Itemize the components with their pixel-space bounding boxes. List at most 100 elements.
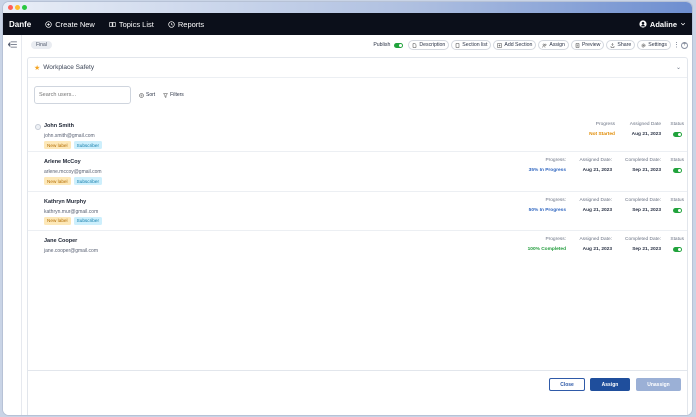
section-list-button[interactable]: Section list bbox=[451, 40, 492, 50]
button-label: Settings bbox=[648, 42, 667, 48]
user-email: arlene.mccoy@gmail.com bbox=[44, 169, 102, 175]
completed-date-value: Sep 21, 2023 bbox=[632, 247, 661, 252]
user-name: Arlene McCoy bbox=[44, 159, 81, 165]
sort-button[interactable]: Sort bbox=[139, 92, 155, 98]
clock-icon bbox=[168, 20, 175, 28]
preview-button[interactable]: Preview bbox=[570, 40, 605, 50]
filters-button[interactable]: Filters bbox=[163, 92, 184, 98]
progress-column: Progress: 50% In Progress bbox=[529, 198, 566, 213]
add-section-button[interactable]: Add Section bbox=[493, 40, 537, 50]
description-button[interactable]: Description bbox=[408, 40, 450, 50]
button-label: Share bbox=[617, 42, 632, 48]
user-email: kathryn.mur@gmail.com bbox=[44, 208, 99, 215]
plus-circle-icon bbox=[45, 20, 52, 28]
document-icon bbox=[413, 42, 417, 48]
assigned-date-label: Assigned Date: bbox=[579, 158, 612, 163]
progress-label: Progress: bbox=[545, 197, 566, 203]
select-radio[interactable] bbox=[35, 124, 41, 130]
progress-label: Progress bbox=[595, 122, 615, 127]
button-label: Add Section bbox=[504, 42, 533, 48]
subscriber-tag: Subscriber bbox=[73, 177, 102, 185]
user-row[interactable]: Kathryn Murphy kathryn.mur@gmail.com New… bbox=[28, 192, 687, 231]
search-users-input[interactable] bbox=[34, 86, 131, 104]
status-toggle[interactable] bbox=[672, 207, 682, 213]
filter-icon bbox=[163, 92, 169, 98]
assignment-panel: ★ Workplace Safety ⌄ Sort Filters Joh bbox=[27, 57, 688, 415]
top-navbar: Danfe Create New Topics List Reports Ada… bbox=[3, 13, 692, 35]
assigned-date-value: Aug 21, 2023 bbox=[582, 168, 612, 173]
chevron-down-icon bbox=[680, 22, 686, 26]
add-icon[interactable]: + bbox=[681, 41, 688, 49]
status-label: Status bbox=[670, 197, 684, 203]
settings-button[interactable]: Settings bbox=[637, 40, 671, 50]
button-label: Preview bbox=[581, 42, 601, 48]
status-chip: Final bbox=[31, 41, 52, 49]
publish-label: Publish bbox=[373, 42, 391, 48]
user-name: Jane Cooper bbox=[44, 238, 78, 244]
subscriber-tag: Subscriber bbox=[73, 216, 102, 225]
status-toggle[interactable] bbox=[672, 247, 682, 252]
completed-date-column: Completed Date: Sep 21, 2023 bbox=[625, 237, 661, 252]
users-icon bbox=[542, 43, 547, 48]
unassign-button[interactable]: Unassign bbox=[636, 378, 681, 391]
user-name: Kathryn Murphy bbox=[44, 198, 87, 205]
more-options-icon[interactable]: ⋮ bbox=[673, 42, 680, 49]
subscriber-tag: Subscriber bbox=[73, 141, 102, 149]
assigned-date-label: Assigned Date bbox=[629, 122, 661, 127]
user-row[interactable]: Jane Cooper jane.cooper@gmail.com Progre… bbox=[28, 231, 687, 271]
assigned-date-column: Assigned Date: Aug 21, 2023 bbox=[579, 198, 612, 213]
user-tags: New label Subscriber bbox=[44, 141, 102, 149]
book-icon bbox=[109, 21, 116, 27]
nav-topics-list[interactable]: Topics List bbox=[109, 20, 154, 29]
user-email: jane.cooper@gmail.com bbox=[44, 248, 98, 254]
new-label-tag: New label bbox=[44, 216, 71, 225]
toolbar-actions: Publish Description Section list Add Sec… bbox=[373, 40, 688, 50]
collapse-menu-icon[interactable] bbox=[8, 41, 17, 48]
user-menu[interactable]: Adaline bbox=[639, 20, 686, 29]
assign-toolbar-button[interactable]: Assign bbox=[538, 40, 569, 50]
share-button[interactable]: Share bbox=[606, 40, 636, 50]
sort-icon bbox=[139, 92, 144, 98]
completed-date-column: Completed Date: Sep 21, 2023 bbox=[625, 198, 661, 213]
button-label: Section list bbox=[462, 42, 488, 48]
progress-column: Progress: 100% Completed bbox=[528, 237, 566, 252]
assigned-date-column: Assigned Date: Aug 21, 2023 bbox=[579, 158, 612, 173]
status-toggle[interactable] bbox=[672, 132, 682, 137]
button-label: Assign bbox=[549, 42, 565, 48]
user-row[interactable]: John Smith john.smith@gmail.com New labe… bbox=[28, 116, 687, 152]
user-name: John Smith bbox=[44, 123, 74, 129]
minimize-window-dot[interactable] bbox=[15, 5, 20, 10]
assigned-date-value: Aug 21, 2023 bbox=[631, 132, 661, 137]
completed-date-label: Completed Date: bbox=[625, 197, 661, 203]
user-row[interactable]: Arlene McCoy arlene.mccoy@gmail.com New … bbox=[28, 152, 687, 192]
main-content: Final Publish Description Section list A… bbox=[23, 35, 692, 415]
status-column: Status bbox=[670, 198, 684, 213]
progress-column: Progress: 35% In Progress bbox=[529, 158, 566, 173]
list-icon bbox=[456, 42, 460, 48]
filters-label: Filters bbox=[170, 92, 184, 98]
progress-value: Not Started bbox=[589, 132, 615, 137]
assigned-date-label: Assigned Date: bbox=[579, 237, 612, 242]
progress-column: Progress Not Started bbox=[589, 122, 615, 137]
window-chrome bbox=[3, 2, 692, 13]
nav-label: Reports bbox=[177, 19, 205, 29]
nav-reports[interactable]: Reports bbox=[168, 20, 204, 29]
close-window-dot[interactable] bbox=[8, 5, 13, 10]
brand-logo[interactable]: Danfe bbox=[9, 20, 31, 29]
section-title: Workplace Safety bbox=[43, 64, 95, 71]
assign-button[interactable]: Assign bbox=[590, 378, 630, 391]
button-label: Description bbox=[419, 42, 446, 48]
user-email: john.smith@gmail.com bbox=[44, 133, 95, 139]
section-header[interactable]: ★ Workplace Safety ⌄ bbox=[28, 58, 687, 78]
publish-toggle[interactable] bbox=[394, 42, 404, 48]
new-label-tag: New label bbox=[44, 177, 71, 185]
nav-create-new[interactable]: Create New bbox=[45, 20, 95, 29]
assigned-date-value: Aug 21, 2023 bbox=[582, 247, 612, 252]
assigned-date-column: Assigned Date: Aug 21, 2023 bbox=[579, 237, 612, 252]
chevron-down-icon[interactable]: ⌄ bbox=[676, 64, 681, 71]
status-label: Status bbox=[670, 122, 684, 127]
maximize-window-dot[interactable] bbox=[22, 5, 27, 10]
status-toggle[interactable] bbox=[672, 168, 682, 173]
close-button[interactable]: Close bbox=[549, 378, 585, 391]
status-column: Status bbox=[670, 122, 684, 137]
